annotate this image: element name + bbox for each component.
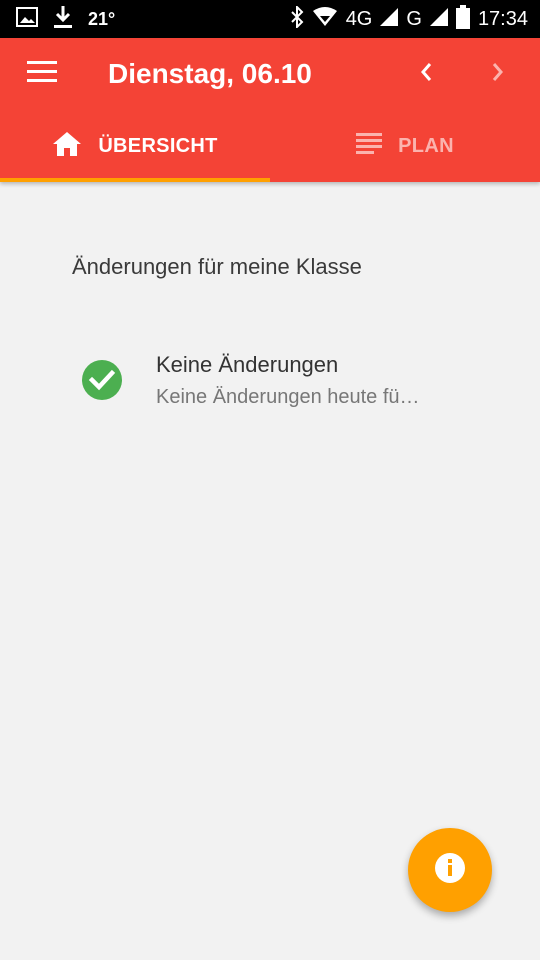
tab-plan[interactable]: PLAN: [270, 110, 540, 182]
chevron-left-icon: [419, 61, 433, 88]
section-title: Änderungen für meine Klasse: [72, 254, 362, 279]
info-icon: [435, 852, 465, 888]
item-title: Keine Änderungen: [156, 352, 339, 377]
chevron-right-icon: [491, 61, 505, 88]
tab-overview[interactable]: ÜBERSICHT: [0, 110, 270, 182]
clock-text: 17:34: [477, 7, 528, 30]
network-g-text: G: [406, 7, 422, 30]
app-bar: Dienstag, 06.10 ÜBERSICHT PLAN: [0, 38, 540, 182]
toolbar: Dienstag, 06.10: [0, 38, 540, 110]
tab-overview-label: ÜBERSICHT: [98, 134, 218, 157]
item-subtitle: Keine Änderungen heute fü…: [156, 386, 420, 408]
previous-day-button[interactable]: [404, 54, 448, 94]
signal-icon: [429, 7, 448, 31]
bluetooth-icon: [290, 4, 304, 33]
menu-icon: [27, 60, 57, 88]
tab-bar: ÜBERSICHT PLAN: [0, 110, 540, 182]
menu-button[interactable]: [20, 56, 64, 92]
info-button[interactable]: [408, 828, 492, 912]
list-item[interactable]: Keine Änderungen Keine Änderungen heute …: [0, 332, 540, 422]
battery-icon: [455, 4, 470, 34]
image-icon: [16, 6, 38, 32]
temperature-text: 21°: [88, 8, 116, 29]
tab-plan-label: PLAN: [398, 134, 454, 157]
status-bar: 21° 4G G 17:34: [0, 0, 540, 38]
home-icon: [52, 131, 82, 162]
wifi-icon: [312, 6, 338, 32]
check-circle-icon: [82, 360, 122, 400]
network-4g-text: 4G: [345, 7, 373, 30]
next-day-button[interactable]: [476, 54, 520, 94]
date-title: Dienstag, 06.10: [108, 58, 312, 89]
signal-icon: [380, 7, 399, 31]
download-icon: [52, 5, 74, 34]
list-icon: [356, 132, 383, 160]
